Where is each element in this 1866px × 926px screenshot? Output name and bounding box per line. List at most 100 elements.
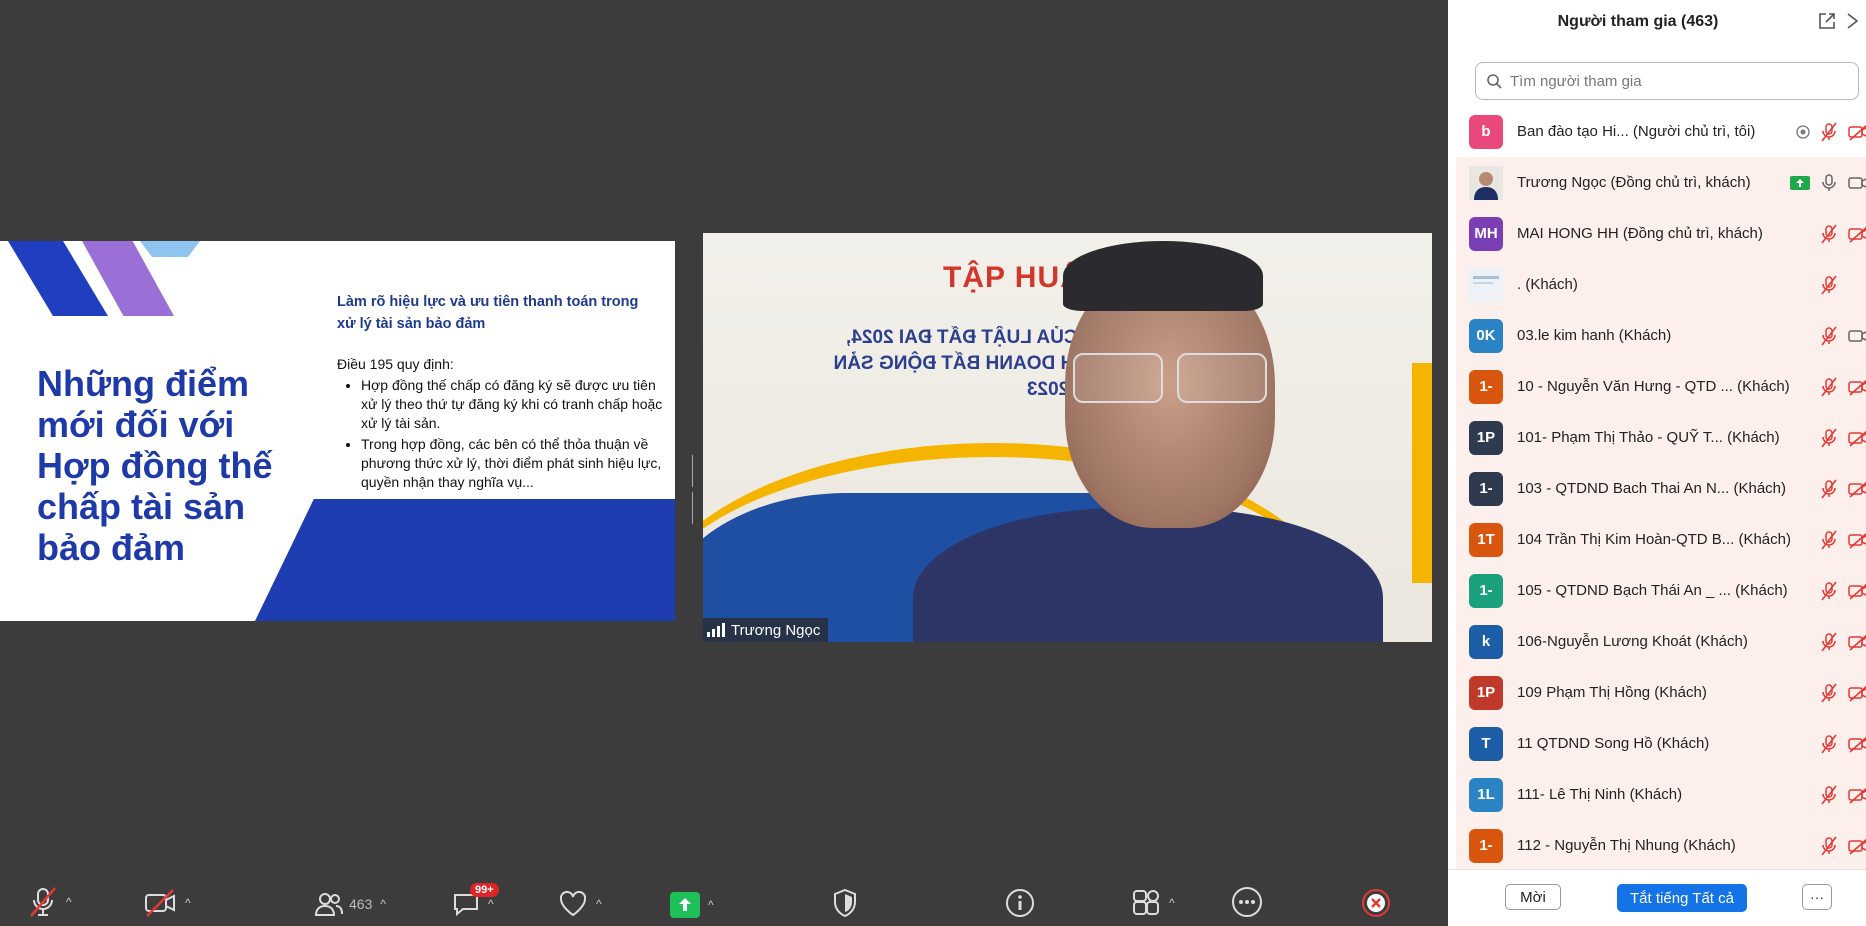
camera-off-icon [1848,379,1866,396]
camera-off-icon [145,889,175,917]
popout-icon[interactable] [1818,12,1836,30]
meeting-toolbar: ^ ^ 463 ^ 99+ ^ ^ ^ ^ [0,878,1448,926]
participant-avatar: 1- [1469,471,1503,506]
participant-status-icons [1820,683,1866,703]
participant-name: Ban đào tạo Hi... (Người chủ trì, tôi) [1517,123,1756,140]
chevron-up-icon[interactable]: ^ [380,897,386,911]
mic-muted-icon [1821,326,1837,346]
participant-name: 103 - QTDND Bach Thai An N... (Khách) [1517,480,1786,497]
apps-button[interactable]: ^ [1131,888,1175,918]
security-button[interactable] [831,888,859,918]
more-button[interactable] [1231,886,1263,918]
chat-button[interactable]: 99+ ^ [452,883,499,918]
participant-row[interactable]: 1L 111- Lê Thị Ninh (Khách) [1456,769,1866,820]
participants-icon [315,893,343,916]
participant-status-icons [1820,734,1866,754]
participants-panel: Người tham gia (463) b Ban đào tạo Hi... … [1448,0,1866,926]
participant-name: 111- Lê Thị Ninh (Khách) [1517,786,1683,803]
participant-row[interactable]: b Ban đào tạo Hi... (Người chủ trì, tôi) [1456,106,1866,157]
participant-avatar: b [1469,114,1503,149]
participant-avatar: MH [1469,216,1503,251]
participant-status-icons [1796,122,1866,142]
participant-row[interactable]: 1- 103 - QTDND Bach Thai An N... (Khách) [1456,463,1866,514]
panel-title: Người tham gia (463) [1557,13,1719,30]
participant-name: 105 - QTDND Bạch Thái An _ ... (Khách) [1517,582,1788,599]
participant-row[interactable]: 1- 105 - QTDND Bạch Thái An _ ... (Khách) [1456,565,1866,616]
participant-row[interactable]: 1- 10 - Nguyễn Văn Hưng - QTD ... (Khách) [1456,361,1866,412]
slide-title: Những điểm mới đối với Hợp đồng thế chấp… [37,363,273,568]
participant-name: 11 QTDND Song Hồ (Khách) [1517,735,1710,752]
participant-status-icons [1790,173,1866,193]
chevron-up-icon[interactable]: ^ [488,897,494,911]
participant-avatar: T [1469,726,1503,761]
mic-muted-icon [1821,734,1837,754]
participant-avatar: 1P [1469,675,1503,710]
participant-list[interactable]: b Ban đào tạo Hi... (Người chủ trì, tôi) T… [1456,106,1866,870]
panel-header: Người tham gia (463) [1448,0,1866,44]
participant-status-icons [1820,224,1866,244]
end-meeting-button[interactable] [1361,888,1391,918]
screen-share-icon [1790,176,1810,190]
mic-muted-icon [1821,377,1837,397]
slide-intro: Điều 195 quy định: [337,356,454,372]
chat-unread-badge: 99+ [470,883,499,897]
mute-all-button[interactable]: Tắt tiếng Tất cả [1617,884,1747,912]
chevron-up-icon[interactable]: ^ [596,897,602,911]
slide-bullet: Trong hợp đồng, các bên có thể thỏa thuậ… [361,435,667,492]
participant-count: 463 [349,896,373,912]
speaker-glasses [1073,353,1273,403]
chevron-up-icon[interactable]: ^ [66,895,72,909]
participant-avatar: k [1469,624,1503,659]
participant-row[interactable]: . (Khách) [1456,259,1866,310]
participant-row[interactable]: Trương Ngọc (Đồng chủ trì, khách) [1456,157,1866,208]
participant-status-icons [1820,632,1866,652]
split-resize-handle[interactable] [692,455,697,524]
chevron-up-icon[interactable]: ^ [1169,896,1175,910]
search-input[interactable] [1508,71,1832,91]
participant-row[interactable]: 1- 112 - Nguyễn Thị Nhung (Khách) [1456,820,1866,870]
close-panel-icon[interactable] [1844,12,1862,30]
search-icon [1487,74,1502,89]
participant-row[interactable]: MH MAI HONG HH (Đồng chủ trì, khách) [1456,208,1866,259]
participant-row[interactable]: 1P 109 Phạm Thị Hồng (Khách) [1456,667,1866,718]
mic-icon [1822,174,1836,191]
slide-bullet: Hợp đồng thế chấp có đăng ký sẽ được ưu … [361,376,667,433]
participant-status-icons [1820,581,1866,601]
share-screen-button[interactable]: ^ [670,892,714,918]
participant-avatar: 1- [1469,369,1503,404]
participant-row[interactable]: k 106-Nguyễn Lương Khoát (Khách) [1456,616,1866,667]
info-button[interactable] [1005,888,1035,918]
participant-status-icons [1820,479,1866,499]
mic-muted-icon [1821,224,1837,244]
mic-muted-icon [1821,836,1837,856]
speaker-name-tag: Trương Ngọc [703,618,829,642]
speaker-video-tile[interactable]: TẬP HUẤN NHỮNG ĐIỂM MỚI CỦA LUẬT ĐẤT ĐAI… [703,233,1432,642]
chevron-up-icon[interactable]: ^ [708,898,714,912]
camera-off-icon [1848,226,1866,243]
camera-off-icon [1848,838,1866,855]
mute-button[interactable]: ^ [28,886,72,918]
camera-off-icon [1848,736,1866,753]
participant-search[interactable] [1475,62,1859,100]
panel-more-button[interactable]: ··· [1802,884,1832,910]
video-button[interactable]: ^ [143,888,191,918]
slide-body: Điều 195 quy định: Hợp đồng thế chấp có … [337,355,667,494]
participant-row[interactable]: T 11 QTDND Song Hồ (Khách) [1456,718,1866,769]
participant-name: Trương Ngọc (Đồng chủ trì, khách) [1517,174,1751,191]
participant-row[interactable]: 1T 104 Trần Thị Kim Hoàn-QTD B... (Khách) [1456,514,1866,565]
participants-button[interactable]: 463 ^ [315,890,386,918]
chevron-up-icon[interactable]: ^ [185,896,191,910]
participant-name: MAI HONG HH (Đồng chủ trì, khách) [1517,225,1763,242]
signal-icon [707,623,725,637]
reactions-button[interactable]: ^ [558,890,602,918]
participant-row[interactable]: 1P 101- Phạm Thị Thảo - QUỸ T... (Khách) [1456,412,1866,463]
participant-avatar: 1- [1469,828,1503,863]
participant-name: 03.le kim hanh (Khách) [1517,327,1672,344]
participant-status-icons [1820,428,1866,448]
share-screen-icon [670,892,700,918]
participant-avatar: 1L [1469,777,1503,812]
participant-row[interactable]: 0K 03.le kim hanh (Khách) [1456,310,1866,361]
heart-icon [559,890,587,917]
invite-button[interactable]: Mời [1505,884,1561,910]
participant-avatar: 1- [1469,573,1503,608]
